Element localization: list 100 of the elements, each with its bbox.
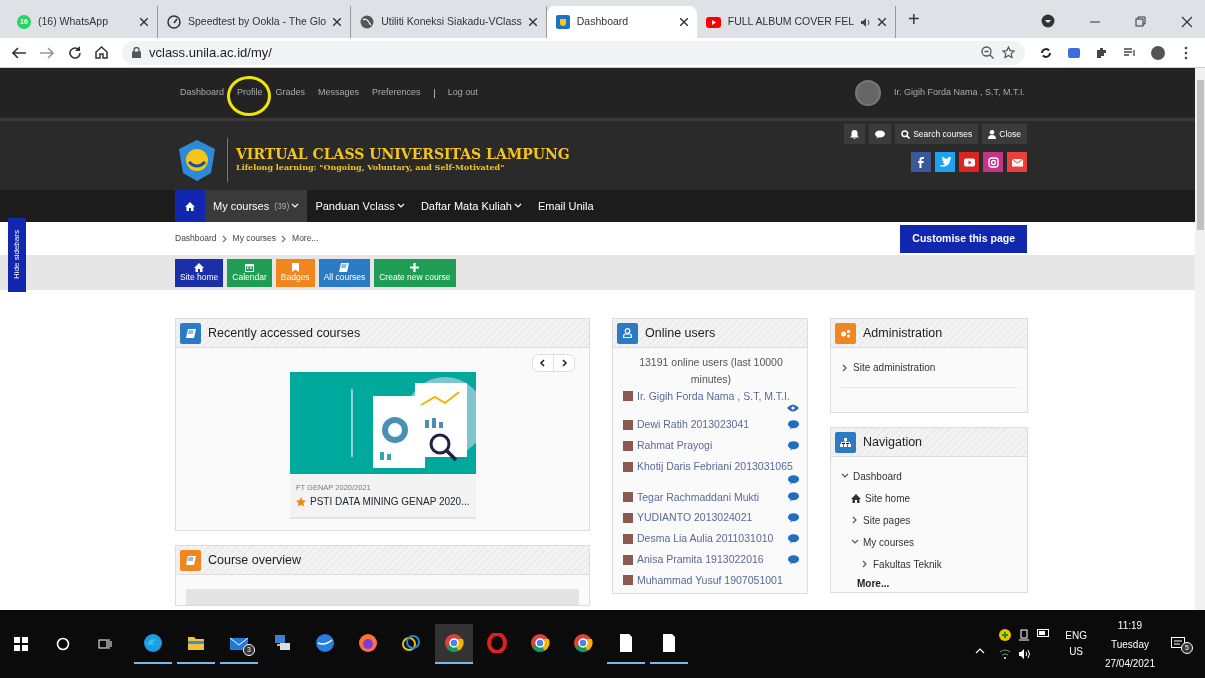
facebook-link[interactable] xyxy=(911,152,931,172)
scrollbar[interactable] xyxy=(1195,68,1205,610)
nav-menu-item[interactable]: Panduan Vclass xyxy=(307,190,413,222)
twitter-link[interactable] xyxy=(935,152,955,172)
top-link[interactable]: Preferences xyxy=(372,86,421,100)
customise-button[interactable]: Customise this page xyxy=(900,224,1027,253)
profile-menu-icon[interactable] xyxy=(1041,14,1055,28)
taskbar-app[interactable] xyxy=(435,624,473,664)
breadcrumb-link[interactable]: Dashboard xyxy=(175,232,217,245)
eye-icon[interactable] xyxy=(787,404,799,413)
language-indicator[interactable]: ENG US xyxy=(1065,628,1087,660)
home-icon[interactable] xyxy=(95,46,108,59)
breadcrumb-link[interactable]: More... xyxy=(292,232,319,245)
search-button[interactable]: Search courses xyxy=(895,124,979,144)
user-link[interactable]: Tegar Rachmaddani Mukti xyxy=(637,489,759,506)
course-name[interactable]: PSTI DATA MINING GENAP 2020... xyxy=(310,494,470,510)
chevron-down-icon[interactable] xyxy=(841,472,849,480)
instagram-link[interactable] xyxy=(983,152,1003,172)
sync-icon[interactable] xyxy=(1039,45,1053,60)
chat-icon[interactable] xyxy=(788,420,799,431)
nav-tree-link[interactable]: Dashboard xyxy=(853,468,902,484)
new-tab-button[interactable]: + xyxy=(896,4,932,38)
puzzle-icon[interactable] xyxy=(1095,45,1109,60)
user-link[interactable]: Anisa Pramita 1913022016 xyxy=(637,551,764,568)
zoom-icon[interactable] xyxy=(981,46,994,59)
chat-icon[interactable] xyxy=(788,554,799,565)
close-icon[interactable] xyxy=(679,18,688,26)
chevron-right-icon xyxy=(560,359,568,367)
device-icon[interactable] xyxy=(1019,629,1030,641)
chat-icon[interactable] xyxy=(788,440,799,451)
user-link[interactable]: Ir. Gigih Forda Nama , S.T, M.T.I. xyxy=(637,388,790,405)
more-link[interactable]: More... xyxy=(841,578,890,589)
top-link[interactable]: Profile xyxy=(237,86,263,100)
forward-icon[interactable] xyxy=(40,46,54,59)
previous-button[interactable] xyxy=(532,354,554,372)
star-icon[interactable] xyxy=(1002,46,1015,59)
close-icon[interactable] xyxy=(333,18,342,26)
user-link[interactable]: Muhammad Yusuf 1907051001 xyxy=(637,572,783,589)
nav-menu-item[interactable]: Email Unila xyxy=(530,190,602,222)
bell-icon xyxy=(850,129,860,139)
back-icon[interactable] xyxy=(12,46,26,59)
close-icon[interactable] xyxy=(528,18,537,26)
close-icon[interactable] xyxy=(1181,16,1193,28)
windows-logo-icon[interactable] xyxy=(14,637,28,651)
close-button[interactable]: Close xyxy=(982,124,1027,144)
chevron-right-icon[interactable] xyxy=(851,516,859,524)
address-field[interactable]: vclass.unila.ac.id/my/ xyxy=(122,40,1025,65)
nav-tree-link[interactable]: Fakultas Teknik xyxy=(873,556,942,572)
close-icon[interactable] xyxy=(140,18,148,26)
nav-tree-link[interactable]: My courses xyxy=(863,534,915,550)
hide-sidebars-tab[interactable]: Hide sidebars xyxy=(8,218,26,292)
restore-icon[interactable] xyxy=(1135,16,1147,28)
scrollbar-thumb[interactable] xyxy=(1196,80,1204,230)
user-link[interactable]: Khotij Daris Febriani 2013031065 xyxy=(637,458,793,475)
nav-tree-link[interactable]: Site home xyxy=(865,490,911,506)
youtube-link[interactable] xyxy=(959,152,979,172)
breadcrumb-link[interactable]: My courses xyxy=(232,232,277,245)
home-link[interactable] xyxy=(175,190,205,222)
site-tagline: Lifelong learning: "Ongoing, Voluntary, and Self-Motivated" xyxy=(236,160,506,173)
chevron-right-icon[interactable] xyxy=(861,560,869,568)
next-button[interactable] xyxy=(553,354,575,372)
battery-icon[interactable] xyxy=(1037,629,1052,637)
chat-icon[interactable] xyxy=(788,492,799,503)
user-link[interactable]: Desma Lia Aulia 2011031010 xyxy=(637,531,774,547)
task-view-icon[interactable] xyxy=(98,638,112,650)
search-circle-icon[interactable] xyxy=(56,637,70,651)
message-button[interactable] xyxy=(869,124,892,144)
reload-icon[interactable] xyxy=(68,46,81,59)
notification-button[interactable] xyxy=(844,124,866,144)
top-link[interactable]: Messages xyxy=(318,86,360,100)
quick-link-button[interactable]: All courses xyxy=(318,258,371,287)
wifi-icon[interactable] xyxy=(999,649,1012,659)
quick-link-button[interactable]: Site home xyxy=(175,258,224,287)
avatar-icon[interactable] xyxy=(1151,45,1165,60)
user-name[interactable]: Ir. Gigih Forda Nama , S.T, M.T.I. xyxy=(893,86,1025,100)
browser-tab[interactable]: Dashboard xyxy=(546,6,697,38)
chat-icon[interactable] xyxy=(788,533,799,544)
nav-tree-link[interactable]: Site pages xyxy=(863,512,911,528)
extension-square-icon[interactable] xyxy=(1067,45,1081,60)
top-link[interactable]: Dashboard xyxy=(180,86,225,100)
plus-badge-icon[interactable] xyxy=(999,629,1012,641)
chat-icon[interactable] xyxy=(788,474,799,485)
cogs-badge-icon xyxy=(835,322,856,344)
nav-menu-item[interactable]: Daftar Mata Kuliah xyxy=(412,190,530,222)
instagram-icon xyxy=(987,156,999,168)
chevron-down-icon[interactable] xyxy=(851,538,859,546)
top-link[interactable]: Log out xyxy=(447,86,478,100)
user-link[interactable]: Dewi Ratih 2013023041 xyxy=(637,417,750,434)
mail-icon xyxy=(1011,156,1023,168)
top-link[interactable]: Grades xyxy=(275,86,306,100)
mail-link[interactable] xyxy=(1007,152,1027,172)
volume-icon[interactable] xyxy=(1019,649,1032,659)
user-link[interactable]: YUDIANTO 2013024021 xyxy=(637,510,753,527)
close-icon[interactable] xyxy=(878,18,886,26)
admin-link[interactable]: Site administration xyxy=(853,360,936,375)
chevron-up-icon[interactable] xyxy=(975,648,986,654)
chat-icon[interactable] xyxy=(788,513,799,524)
clock[interactable]: 11:19 Tuesday 27/04/2021 xyxy=(1104,615,1155,673)
nav-menu-item[interactable]: My courses (39) xyxy=(205,190,308,222)
user-link[interactable]: Rahmat Prayogi xyxy=(637,438,713,454)
